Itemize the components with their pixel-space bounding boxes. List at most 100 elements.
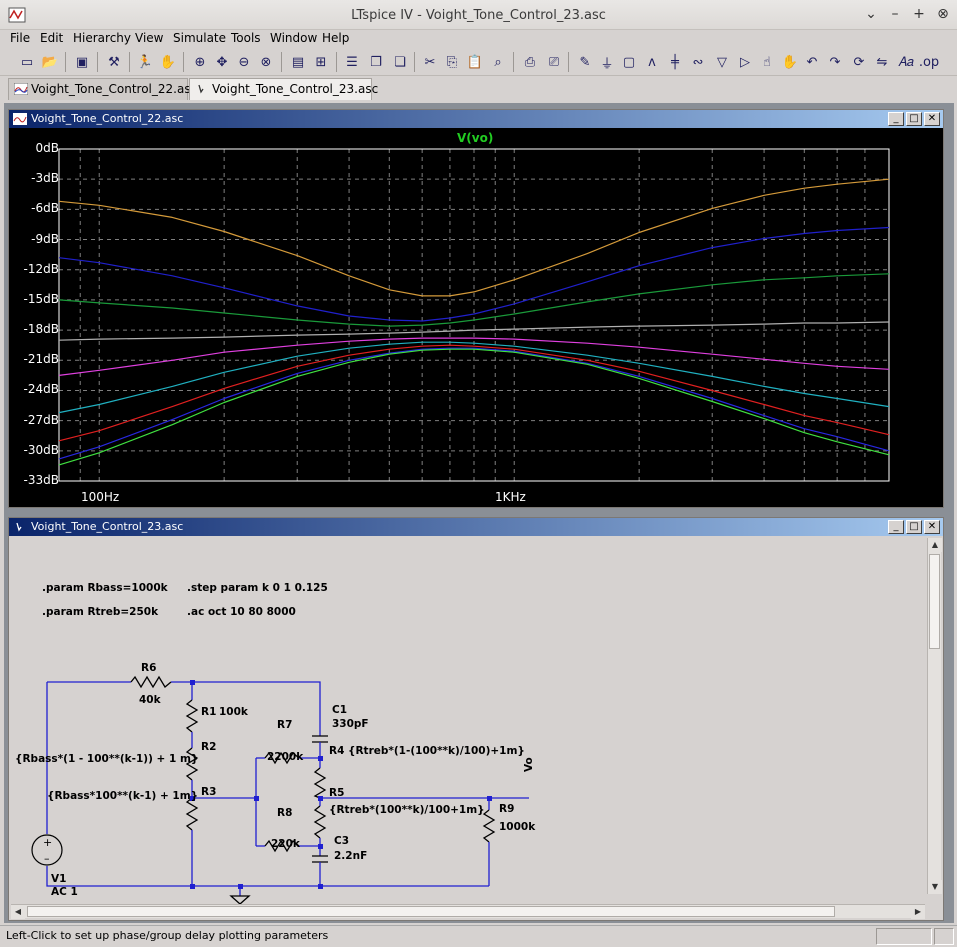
open-folder-icon[interactable]: 📂 [40,52,60,72]
print-icon[interactable]: ⎙ [520,52,540,72]
tab-voight-22[interactable]: Voight_Tone_Control_22.asc [8,78,197,100]
directive-step-param[interactable]: .step param k 0 1 0.125 [187,582,328,594]
find-icon[interactable]: ⌕ [488,52,508,72]
tile-horizontal-icon[interactable]: ☰ [342,52,362,72]
r4-expression[interactable]: {Rtreb*(1-(100**k)/100)+1m} [348,745,525,757]
menu-window[interactable]: Window [270,31,317,45]
r6-label[interactable]: R6 [141,662,156,674]
scroll-right-icon[interactable]: ▶ [911,905,925,919]
minimize-button[interactable]: – [887,6,903,22]
v1-value[interactable]: AC 1 [51,886,78,898]
halt-icon[interactable]: ✋ [158,52,178,72]
inductor-icon[interactable]: ∾ [688,52,708,72]
r1-label[interactable]: R1 [201,706,216,718]
run-icon[interactable]: 🏃 [135,52,155,72]
r9-label[interactable]: R9 [499,803,514,815]
resistor-icon[interactable]: ʌ [642,52,662,72]
minimize-button[interactable]: _ [888,520,904,534]
minimize-button[interactable]: _ [888,112,904,126]
directive-param-rbass[interactable]: .param Rbass=1000k [42,582,168,594]
chevron-down-icon[interactable]: ⌄ [863,6,879,22]
close-button[interactable]: ✕ [924,520,940,534]
r8-value[interactable]: 220k [271,838,300,850]
diode-icon[interactable]: ▽ [712,52,732,72]
r6-value[interactable]: 40k [139,694,161,706]
scroll-up-icon[interactable]: ▲ [928,538,942,552]
trace-step-3[interactable] [58,321,890,341]
mirror-icon[interactable]: ⇋ [872,52,892,72]
maximize-button[interactable]: □ [906,112,922,126]
cut-icon[interactable]: ✂ [420,52,440,72]
directive-ac-analysis[interactable]: .ac oct 10 80 8000 [187,606,296,618]
r8-label[interactable]: R8 [277,807,292,819]
menu-view[interactable]: View [135,31,163,45]
zoom-pan-icon[interactable]: ✥ [212,52,232,72]
menu-file[interactable]: File [10,31,30,45]
print-preview-icon[interactable]: ⎚ [544,52,564,72]
r3-expression[interactable]: {Rbass*100**(k-1) + 1m} [47,790,198,802]
r7-value[interactable]: 2200k [267,751,303,763]
label-net-icon[interactable]: ▢ [619,52,639,72]
ground-icon[interactable]: ⏚ [597,52,617,72]
schematic-canvas[interactable]: + – .param Rbass=1000k .step param k 0 1… [9,536,943,920]
capacitor-icon[interactable]: ╪ [665,52,685,72]
r4-label[interactable]: R4 [329,745,344,757]
control-panel-icon[interactable]: ⚒ [104,52,124,72]
plot-area[interactable]: V(vo) 0dB -3dB -6dB -9dB -12dB -15dB -18dB -21d… [9,128,943,507]
c1-label[interactable]: C1 [332,704,347,716]
rotate-icon[interactable]: ⟳ [849,52,869,72]
zoom-in-icon[interactable]: ⊕ [190,52,210,72]
scroll-left-icon[interactable]: ◀ [11,905,25,919]
c3-value[interactable]: 2.2nF [334,850,367,862]
text-icon[interactable]: 𝐴𝑎 [896,52,916,72]
bode-plot[interactable] [9,128,943,508]
net-label-vo[interactable]: Vo [523,757,535,772]
maximize-button[interactable]: + [911,6,927,22]
r5-label[interactable]: R5 [329,787,344,799]
spice-directive-icon[interactable]: .op [919,52,939,72]
redo-icon[interactable]: ↷ [825,52,845,72]
horizontal-scroll-thumb[interactable] [27,906,835,917]
zoom-fit-icon[interactable]: ⊗ [256,52,276,72]
directive-param-rtreb[interactable]: .param Rtreb=250k [42,606,158,618]
menu-help[interactable]: Help [322,31,349,45]
close-button[interactable]: ✕ [924,112,940,126]
plot-window-caption[interactable]: Voight_Tone_Control_22.asc _ □ ✕ [9,110,943,128]
menu-edit[interactable]: Edit [40,31,63,45]
r3-label[interactable]: R3 [201,786,216,798]
horizontal-scrollbar[interactable]: ◀ ▶ [11,904,925,919]
zoom-out-icon[interactable]: ⊖ [234,52,254,72]
c1-value[interactable]: 330pF [332,718,369,730]
vertical-scrollbar[interactable]: ▲ ▼ [927,538,942,894]
scroll-down-icon[interactable]: ▼ [928,880,942,894]
trace-step-1[interactable] [58,226,890,322]
schematic-window-caption[interactable]: Voight_Tone_Control_23.asc _ □ ✕ [9,518,943,536]
r5-expression[interactable]: {Rtreb*(100**k)/100+1m} [329,804,485,816]
new-schematic-icon[interactable]: ▭ [17,52,37,72]
r2-label[interactable]: R2 [201,741,216,753]
add-plot-pane-icon[interactable]: ⊞ [311,52,331,72]
v1-label[interactable]: V1 [51,873,66,885]
r9-value[interactable]: 1000k [499,821,535,833]
paste-icon[interactable]: 📋 [465,52,485,72]
close-icon[interactable]: ⊗ [935,6,951,22]
cascade-icon[interactable]: ❐ [366,52,386,72]
move-hand-icon[interactable]: ☝ [757,52,777,72]
menu-tools[interactable]: Tools [231,31,261,45]
menu-simulate[interactable]: Simulate [173,31,226,45]
trace-step-7[interactable] [58,347,890,460]
r1-value[interactable]: 100k [219,706,248,718]
copy-icon[interactable]: ⎘ [442,52,462,72]
c3-label[interactable]: C3 [334,835,349,847]
save-icon[interactable]: ▣ [72,52,92,72]
maximize-button[interactable]: □ [906,520,922,534]
tile-vertical-icon[interactable]: ❏ [390,52,410,72]
voltage-source-v1[interactable]: + – [31,834,63,866]
tab-voight-23[interactable]: Voight_Tone_Control_23.asc [189,78,378,100]
undo-icon[interactable]: ↶ [802,52,822,72]
draw-wire-icon[interactable]: ✎ [575,52,595,72]
drag-hand-icon[interactable]: ✋ [780,52,800,72]
autorange-icon[interactable]: ▤ [288,52,308,72]
vertical-scroll-thumb[interactable] [929,554,940,649]
component-icon[interactable]: ▷ [735,52,755,72]
